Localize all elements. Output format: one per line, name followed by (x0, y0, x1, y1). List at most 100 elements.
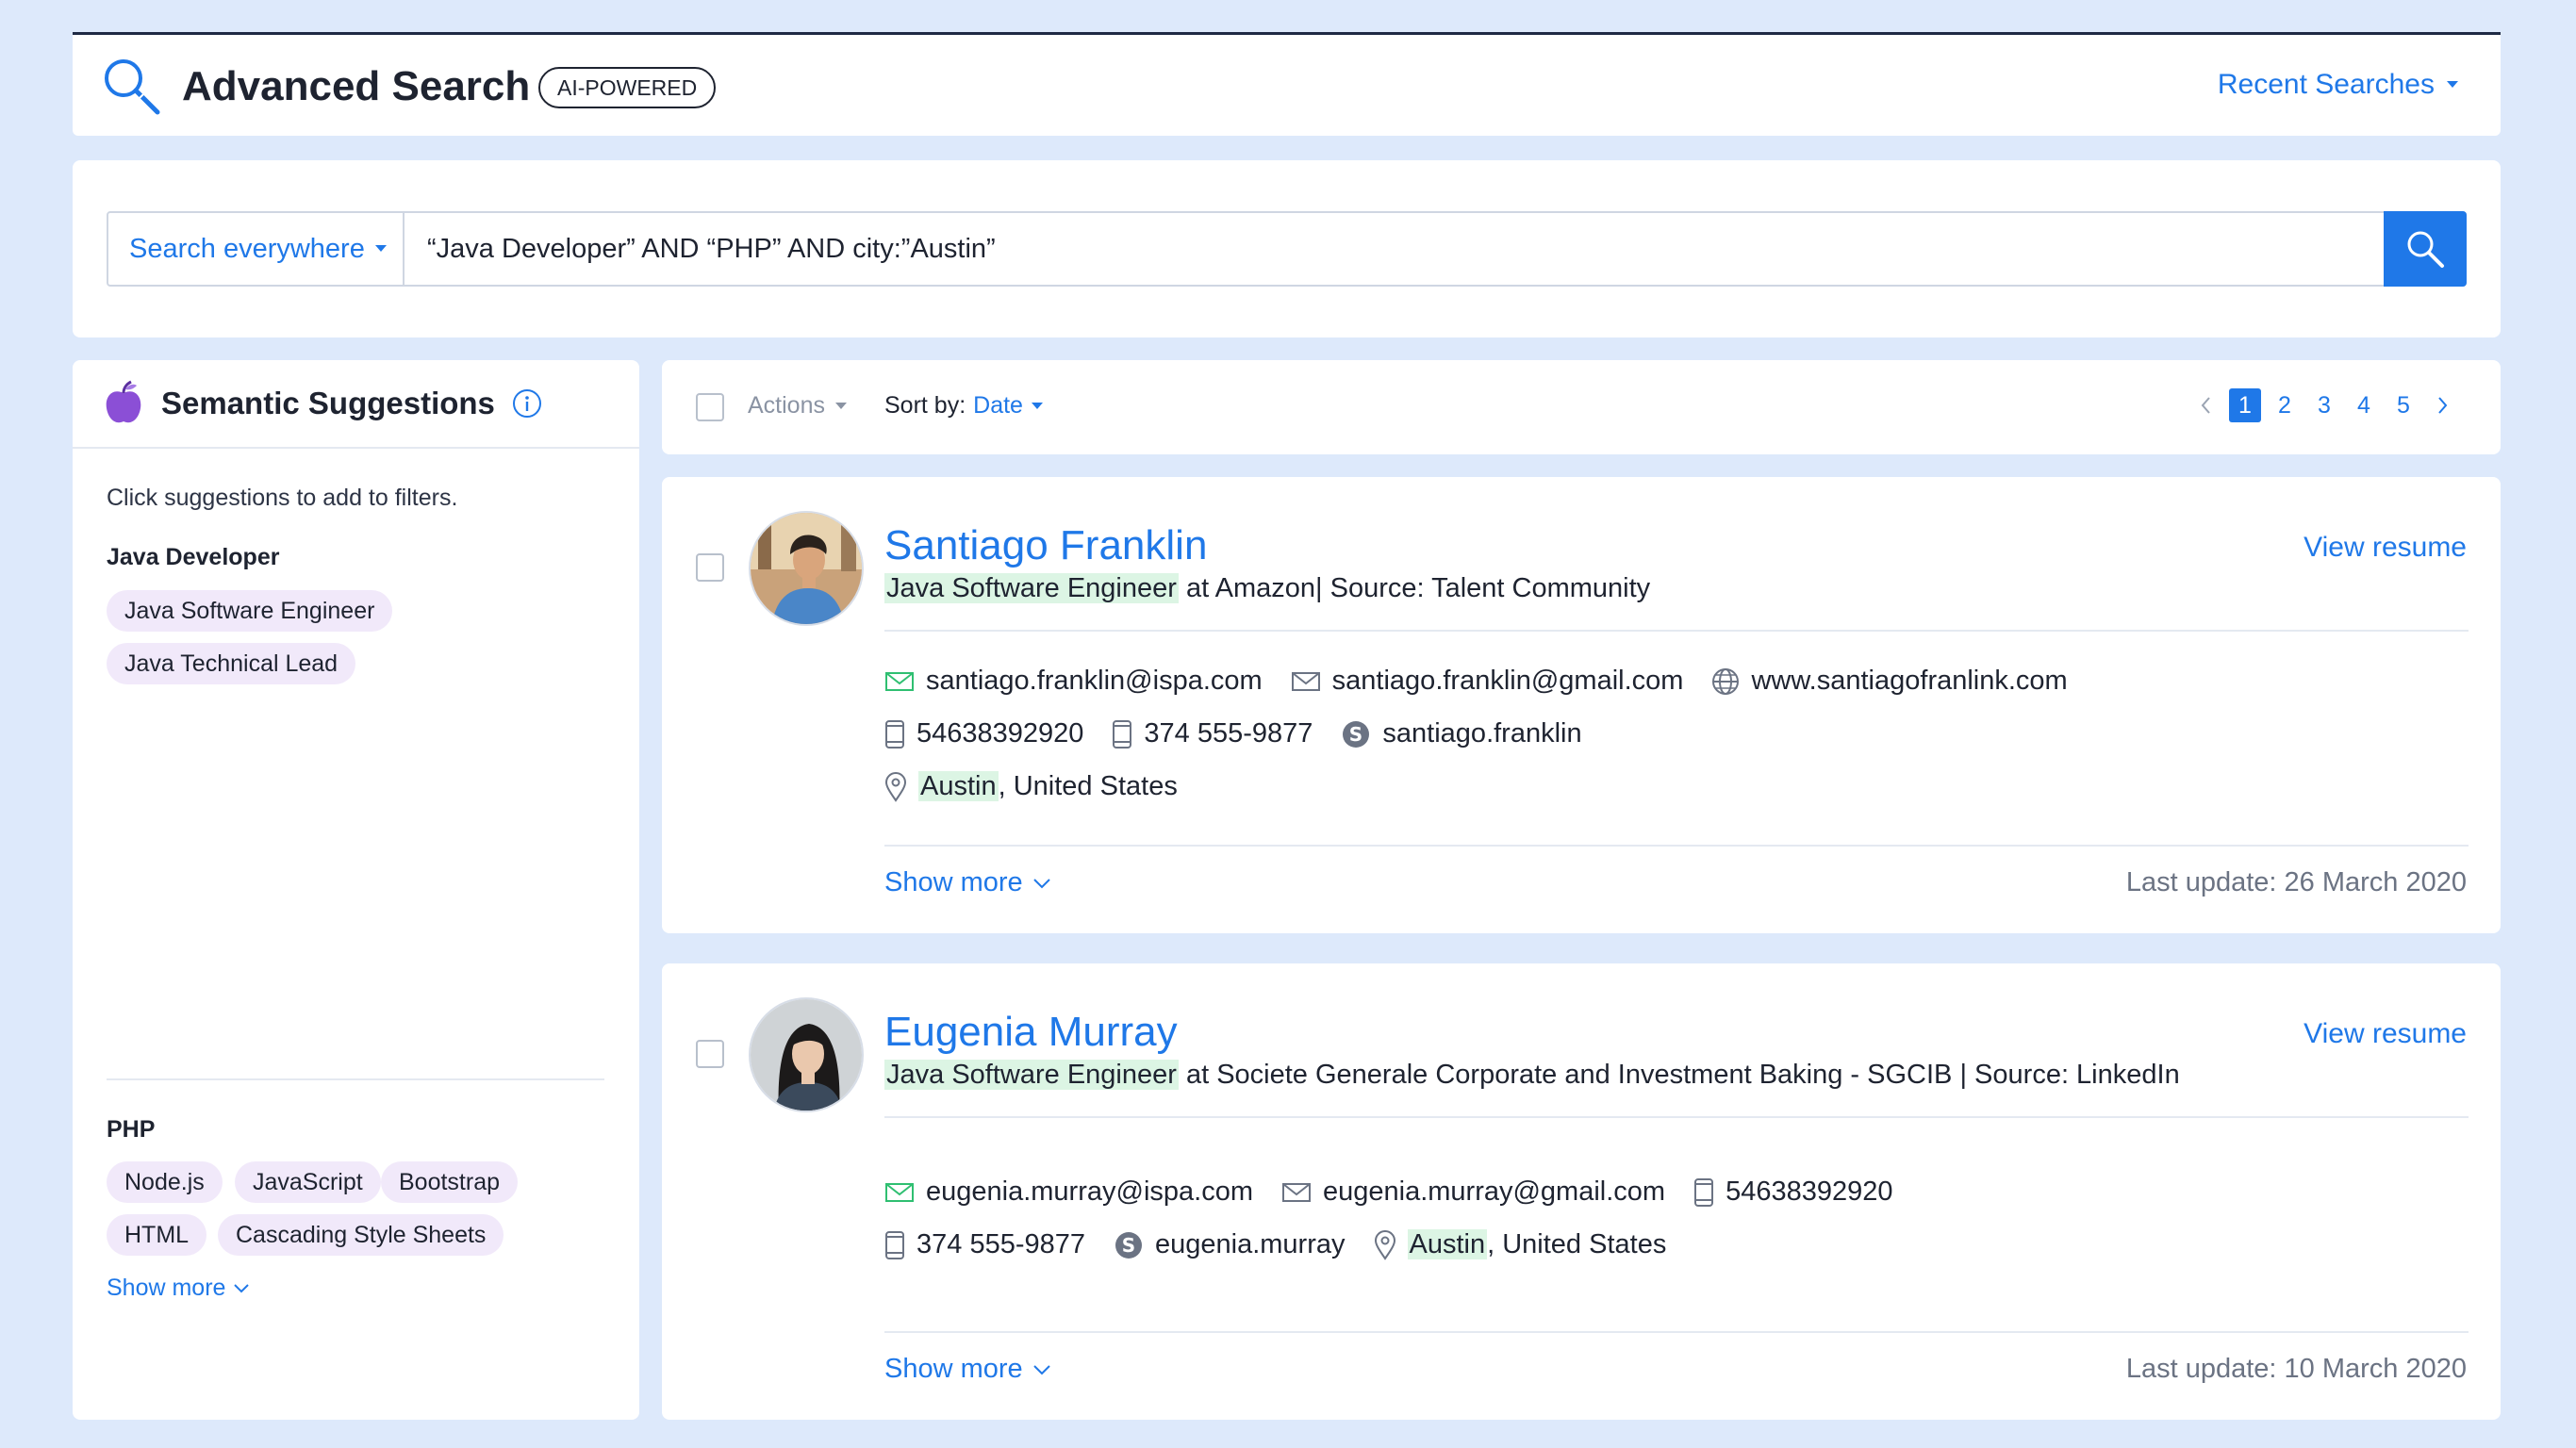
search-query-input[interactable] (405, 213, 2384, 285)
pagination: 1 2 3 4 5 (2189, 388, 2459, 422)
phone-icon (884, 719, 905, 749)
contact-line: santiago.franklin@ispa.com santiago.fran… (884, 666, 2096, 697)
phone-1[interactable]: 54638392920 (1693, 1176, 1893, 1208)
page-5[interactable]: 5 (2387, 388, 2419, 422)
chevron-down-icon (233, 1283, 250, 1294)
phone-2[interactable]: 374 555-9877 (1112, 718, 1313, 749)
contact-line: 374 555-9877 S eugenia.murray Austin, Un… (884, 1229, 1694, 1260)
city-highlight: Austin (918, 771, 999, 801)
candidate-checkbox[interactable] (696, 1040, 724, 1068)
candidate-name[interactable]: Eugenia Murray (884, 1009, 1178, 1056)
candidate-title-highlight: Java Software Engineer (884, 573, 1179, 603)
search-panel: Search everywhere (73, 160, 2501, 337)
candidate-checkbox[interactable] (696, 553, 724, 582)
email-icon (884, 670, 915, 693)
search-bar: Search everywhere (107, 211, 2467, 287)
suggestions-hint: Click suggestions to add to filters. (107, 485, 458, 511)
candidate-name[interactable]: Santiago Franklin (884, 522, 1207, 569)
avatar[interactable] (749, 511, 864, 626)
chevron-left-icon[interactable] (2189, 388, 2221, 422)
email-icon (1291, 670, 1321, 693)
map-pin-icon (884, 771, 907, 802)
suggestion-group-title: Java Developer (107, 544, 280, 570)
chevron-right-icon[interactable] (2427, 388, 2459, 422)
phone-2-text: 374 555-9877 (1144, 718, 1313, 749)
svg-text:S: S (1349, 723, 1362, 746)
phone-1-text: 54638392920 (1726, 1176, 1893, 1207)
page-1[interactable]: 1 (2229, 388, 2261, 422)
search-logo-icon (101, 56, 163, 118)
suggestion-chip[interactable]: HTML (107, 1214, 207, 1256)
suggestion-chip[interactable]: Bootstrap (381, 1161, 519, 1203)
caret-down-icon (374, 244, 388, 254)
ai-powered-badge: AI-POWERED (538, 67, 717, 108)
page-header: Advanced Search AI-POWERED Recent Search… (73, 32, 2501, 136)
actions-dropdown[interactable]: Actions (748, 392, 848, 420)
chevron-down-icon (1032, 878, 1051, 889)
candidate-card: Santiago Franklin View resume Java Softw… (662, 477, 2501, 933)
candidate-company: at Amazon (1178, 573, 1315, 603)
suggestion-chip[interactable]: Java Software Engineer (107, 590, 393, 632)
personal-email[interactable]: eugenia.murray@gmail.com (1281, 1176, 1665, 1208)
view-resume-link[interactable]: View resume (2304, 532, 2467, 564)
work-email[interactable]: eugenia.murray@ispa.com (884, 1176, 1253, 1208)
work-email[interactable]: santiago.franklin@ispa.com (884, 666, 1263, 697)
recent-searches-label: Recent Searches (2217, 69, 2435, 100)
show-more-label: Show more (884, 1354, 1023, 1384)
suggestion-chip[interactable]: Cascading Style Sheets (218, 1214, 504, 1256)
select-all-checkbox[interactable] (696, 393, 724, 421)
candidate-source: Source: Talent Community (1322, 573, 1651, 603)
skype[interactable]: S santiago.franklin (1341, 718, 1582, 749)
candidate-show-more[interactable]: Show more (884, 867, 1051, 898)
last-update: Last update: 10 March 2020 (2125, 1354, 2467, 1384)
website[interactable]: www.santiagofranlink.com (1711, 666, 2068, 697)
skype[interactable]: S eugenia.murray (1114, 1229, 1346, 1260)
search-scope-dropdown[interactable]: Search everywhere (108, 213, 405, 285)
results-toolbar: Actions Sort by: Date 1 2 3 4 5 (662, 360, 2501, 454)
suggestions-show-more[interactable]: Show more (107, 1275, 250, 1302)
page-2[interactable]: 2 (2269, 388, 2301, 422)
skype-text: santiago.franklin (1382, 718, 1582, 749)
page-3[interactable]: 3 (2308, 388, 2340, 422)
avatar[interactable] (749, 997, 864, 1112)
candidate-title-highlight: Java Software Engineer (884, 1060, 1179, 1090)
phone-2[interactable]: 374 555-9877 (884, 1229, 1085, 1260)
show-more-label: Show more (884, 867, 1023, 897)
map-pin-icon (1374, 1229, 1396, 1260)
suggestion-chip[interactable]: JavaScript (235, 1161, 381, 1203)
personal-email[interactable]: santiago.franklin@gmail.com (1291, 666, 1683, 697)
skype-text: eugenia.murray (1155, 1229, 1346, 1259)
show-more-label: Show more (107, 1275, 226, 1301)
card-divider (884, 1331, 2469, 1333)
last-update: Last update: 26 March 2020 (2125, 867, 2467, 897)
search-scope-label: Search everywhere (129, 233, 365, 264)
skype-icon: S (1114, 1230, 1144, 1260)
search-icon (2404, 228, 2446, 270)
page-4[interactable]: 4 (2348, 388, 2380, 422)
search-submit-button[interactable] (2384, 211, 2467, 287)
apple-icon (103, 380, 144, 427)
candidate-position: Java Software Engineer at Societe Genera… (884, 1060, 2180, 1091)
caret-down-icon (2446, 80, 2459, 90)
location: Austin, United States (884, 771, 1178, 802)
suggestion-chip[interactable]: Node.js (107, 1161, 223, 1203)
phone-1[interactable]: 54638392920 (884, 718, 1083, 749)
country-text: , United States (998, 771, 1178, 801)
semantic-suggestions-panel: Semantic Suggestions Click suggestions t… (73, 360, 639, 1420)
email-icon (884, 1181, 915, 1204)
candidate-company: at Societe Generale Corporate and Invest… (1178, 1060, 1960, 1090)
svg-text:S: S (1122, 1234, 1135, 1257)
suggestion-chip[interactable]: Java Technical Lead (107, 643, 356, 684)
skype-icon: S (1341, 719, 1371, 749)
phone-1-text: 54638392920 (916, 718, 1084, 749)
recent-searches-dropdown[interactable]: Recent Searches (2218, 69, 2459, 101)
sort-value-dropdown[interactable]: Date (973, 392, 1023, 420)
contact-line: eugenia.murray@ispa.com eugenia.murray@g… (884, 1176, 1922, 1208)
country-text: , United States (1487, 1229, 1667, 1259)
view-resume-link[interactable]: View resume (2304, 1018, 2467, 1050)
phone-2-text: 374 555-9877 (916, 1229, 1085, 1259)
sort-label: Sort by: (884, 392, 966, 419)
info-icon[interactable] (512, 388, 542, 419)
candidate-card: Eugenia Murray View resume Java Software… (662, 963, 2501, 1420)
candidate-show-more[interactable]: Show more (884, 1354, 1051, 1385)
